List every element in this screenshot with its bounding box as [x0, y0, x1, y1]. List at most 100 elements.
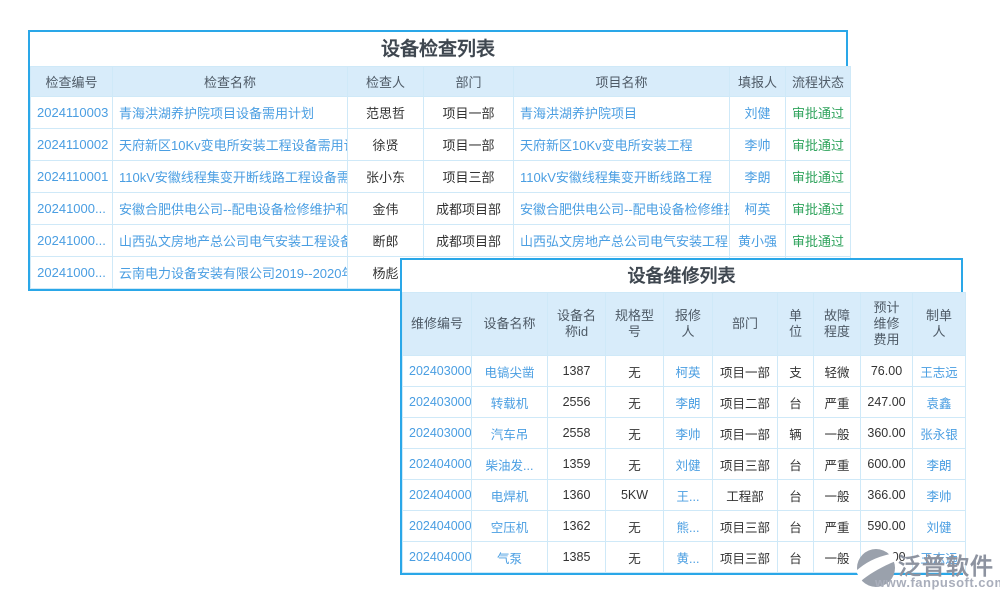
- cell-link[interactable]: 刘健: [913, 511, 966, 542]
- cell-link[interactable]: 李朗: [730, 161, 786, 193]
- cell-text: 360.00: [861, 418, 913, 449]
- cell-text: 2558: [548, 418, 606, 449]
- column-header: 制单人: [913, 293, 966, 356]
- status-text[interactable]: 审批通过: [786, 129, 851, 161]
- cell-text: 项目二部: [713, 387, 778, 418]
- fanpu-logo-url[interactable]: www.fanpusoft.com: [875, 575, 1000, 590]
- column-header: 单位: [778, 293, 814, 356]
- cell-text: 无: [606, 511, 664, 542]
- cell-link[interactable]: 黄小强: [730, 225, 786, 257]
- cell-link[interactable]: 2024040004: [403, 542, 472, 573]
- cell-link[interactable]: 电焊机: [472, 480, 548, 511]
- cell-text: 1359: [548, 449, 606, 480]
- cell-link[interactable]: 山西弘文房地产总公司电气安装工程: [514, 225, 730, 257]
- inspection-table-title: 设备检查列表: [30, 32, 846, 66]
- cell-link[interactable]: 熊...: [664, 511, 713, 542]
- cell-link[interactable]: 王志远: [913, 356, 966, 387]
- table-row: 2024040001柴油发...1359无刘健项目三部台严重600.00李朗: [403, 449, 966, 480]
- header-row: 检查编号检查名称检查人部门项目名称填报人流程状态: [31, 67, 851, 97]
- cell-link[interactable]: 2024030001: [403, 356, 472, 387]
- cell-link[interactable]: 刘健: [664, 449, 713, 480]
- cell-link[interactable]: 云南电力设备安装有限公司2019--2020年...: [113, 257, 348, 289]
- cell-link[interactable]: 安徽合肥供电公司--配电设备检修维护...: [514, 193, 730, 225]
- cell-link[interactable]: 天府新区10Kv变电所安装工程: [514, 129, 730, 161]
- table-row: 20241000...山西弘文房地产总公司电气安装工程设备...断郎成都项目部山…: [31, 225, 851, 257]
- cell-link[interactable]: 2024030002: [403, 387, 472, 418]
- cell-link[interactable]: 20241000...: [31, 193, 113, 225]
- cell-text: 严重: [814, 449, 861, 480]
- cell-text: 工程部: [713, 480, 778, 511]
- repair-table: 维修编号设备名称设备名称id规格型号报修人部门单位故障程度预计维修费用制单人20…: [402, 292, 966, 573]
- cell-text: 断郎: [348, 225, 424, 257]
- cell-link[interactable]: 黄...: [664, 542, 713, 573]
- cell-link[interactable]: 2024110003: [31, 97, 113, 129]
- column-header: 故障程度: [814, 293, 861, 356]
- cell-text: 一般: [814, 542, 861, 573]
- cell-link[interactable]: 李朗: [664, 387, 713, 418]
- cell-text: 项目三部: [713, 511, 778, 542]
- cell-text: 项目三部: [713, 449, 778, 480]
- cell-link[interactable]: 李帅: [913, 480, 966, 511]
- table-row: 2024110001110kV安徽线程集变开断线路工程设备需...张小东项目三部…: [31, 161, 851, 193]
- table-row: 2024040003空压机1362无熊...项目三部台严重590.00刘健: [403, 511, 966, 542]
- cell-link[interactable]: 李帅: [664, 418, 713, 449]
- cell-link[interactable]: 青海洪湖养护院项目设备需用计划: [113, 97, 348, 129]
- column-header: 检查名称: [113, 67, 348, 97]
- status-text[interactable]: 审批通过: [786, 161, 851, 193]
- column-header: 部门: [424, 67, 514, 97]
- status-text[interactable]: 审批通过: [786, 193, 851, 225]
- cell-link[interactable]: 柯英: [664, 356, 713, 387]
- cell-text: 590.00: [861, 511, 913, 542]
- column-header: 流程状态: [786, 67, 851, 97]
- cell-link[interactable]: 汽车吊: [472, 418, 548, 449]
- column-header: 预计维修费用: [861, 293, 913, 356]
- cell-text: 项目三部: [713, 542, 778, 573]
- cell-text: 76.00: [861, 356, 913, 387]
- cell-text: 无: [606, 542, 664, 573]
- status-text[interactable]: 审批通过: [786, 97, 851, 129]
- cell-text: 成都项目部: [424, 193, 514, 225]
- cell-text: 台: [778, 387, 814, 418]
- status-text[interactable]: 审批通过: [786, 225, 851, 257]
- cell-text: 无: [606, 449, 664, 480]
- cell-text: 5KW: [606, 480, 664, 511]
- cell-link[interactable]: 20241000...: [31, 225, 113, 257]
- cell-text: 项目三部: [424, 161, 514, 193]
- cell-link[interactable]: 2024110001: [31, 161, 113, 193]
- cell-link[interactable]: 气泵: [472, 542, 548, 573]
- cell-link[interactable]: 柴油发...: [472, 449, 548, 480]
- cell-link[interactable]: 安徽合肥供电公司--配电设备检修维护和...: [113, 193, 348, 225]
- column-header: 维修编号: [403, 293, 472, 356]
- cell-link[interactable]: 山西弘文房地产总公司电气安装工程设备...: [113, 225, 348, 257]
- column-header: 部门: [713, 293, 778, 356]
- cell-link[interactable]: 20241000...: [31, 257, 113, 289]
- cell-link[interactable]: 2024110002: [31, 129, 113, 161]
- cell-link[interactable]: 110kV安徽线程集变开断线路工程: [514, 161, 730, 193]
- cell-text: 一般: [814, 480, 861, 511]
- cell-text: 台: [778, 480, 814, 511]
- cell-text: 项目一部: [424, 97, 514, 129]
- cell-link[interactable]: 柯英: [730, 193, 786, 225]
- cell-link[interactable]: 转载机: [472, 387, 548, 418]
- cell-link[interactable]: 王...: [664, 480, 713, 511]
- cell-text: 无: [606, 356, 664, 387]
- cell-link[interactable]: 2024040001: [403, 449, 472, 480]
- cell-text: 成都项目部: [424, 225, 514, 257]
- cell-link[interactable]: 110kV安徽线程集变开断线路工程设备需...: [113, 161, 348, 193]
- cell-link[interactable]: 2024040002: [403, 480, 472, 511]
- cell-link[interactable]: 空压机: [472, 511, 548, 542]
- cell-link[interactable]: 刘健: [730, 97, 786, 129]
- cell-text: 无: [606, 418, 664, 449]
- cell-link[interactable]: 青海洪湖养护院项目: [514, 97, 730, 129]
- cell-text: 无: [606, 387, 664, 418]
- cell-link[interactable]: 张永银: [913, 418, 966, 449]
- inspection-panel: 设备检查列表 检查编号检查名称检查人部门项目名称填报人流程状态202411000…: [28, 30, 848, 291]
- cell-link[interactable]: 2024040003: [403, 511, 472, 542]
- cell-link[interactable]: 袁鑫: [913, 387, 966, 418]
- cell-link[interactable]: 李帅: [730, 129, 786, 161]
- cell-link[interactable]: 2024030003: [403, 418, 472, 449]
- cell-link[interactable]: 李朗: [913, 449, 966, 480]
- column-header: 填报人: [730, 67, 786, 97]
- cell-link[interactable]: 天府新区10Kv变电所安装工程设备需用计划: [113, 129, 348, 161]
- cell-link[interactable]: 电镐尖凿: [472, 356, 548, 387]
